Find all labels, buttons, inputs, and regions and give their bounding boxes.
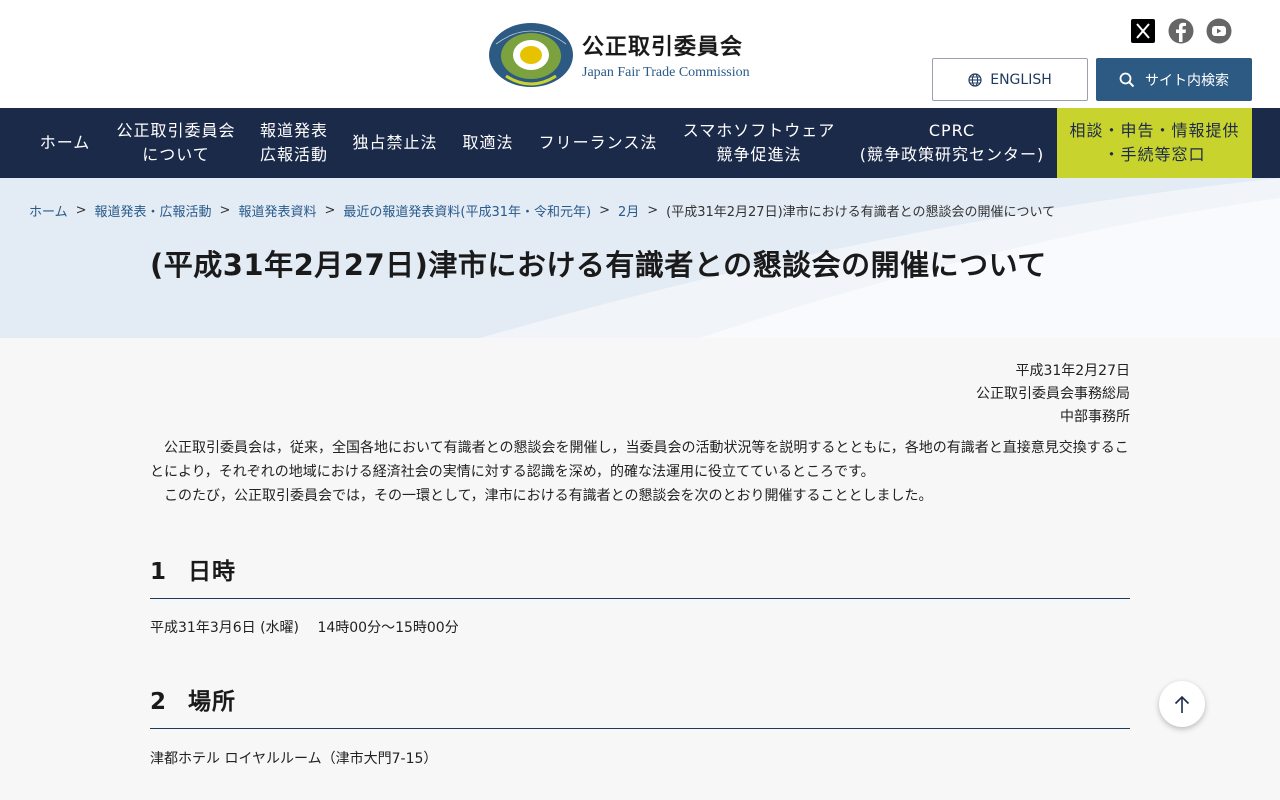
site-search-button[interactable]: サイト内検索 [1096, 58, 1252, 101]
nav-label: ・手続等窓口 [1103, 145, 1206, 164]
nav-item-home[interactable]: ホーム [28, 108, 102, 178]
x-icon [1131, 19, 1155, 43]
nav-item-torihiki[interactable]: 取適法 [454, 108, 522, 178]
english-button[interactable]: ENGLISH [932, 58, 1088, 101]
breadcrumb-current: (平成31年2月27日)津市における有識者との懇談会の開催について [666, 205, 1056, 220]
logo-english: Japan Fair Trade Commission [582, 65, 750, 80]
nav-label: 相談・申告・情報提供 [1069, 121, 1240, 140]
intro-text: 公正取引委員会は，従来，全国各地において有識者との懇談会を開催し，当委員会の活動… [150, 436, 1130, 508]
nav-label: CPRC [928, 121, 976, 140]
arrow-up-icon [1174, 695, 1190, 713]
section-body-venue: 津都ホテル ロイヤルルーム（津市大門7-15） [150, 751, 438, 767]
nav-item-press[interactable]: 報道発表 広報活動 [250, 108, 338, 178]
section-number: 2 [150, 689, 168, 715]
breadcrumb: ホーム > 報道発表・広報活動 > 報道発表資料 > 最近の報道発表資料(平成3… [29, 201, 1055, 220]
section-title: 場所 [188, 689, 236, 715]
english-label: ENGLISH [990, 71, 1052, 88]
nav-label: 競争促進法 [716, 145, 802, 164]
nav-label: スマホソフトウェア [682, 121, 836, 140]
section-heading-venue: 2 場所 [150, 682, 1130, 729]
facebook-icon [1168, 18, 1194, 44]
nav-label: 広報活動 [259, 145, 328, 164]
site-header: 公正取引委員会 Japan Fair Trade Commission ENGL… [0, 0, 1280, 108]
issue-date: 平成31年2月27日 [1015, 363, 1130, 379]
global-nav: ホーム 公正取引委員会 について 報道発表広報活動 独占禁止法 取適法 フリーラン… [0, 108, 1280, 178]
nav-label: フリーランス法 [538, 133, 658, 152]
site-logo[interactable]: 公正取引委員会 Japan Fair Trade Commission [488, 22, 758, 88]
breadcrumb-recent[interactable]: 最近の報道発表資料(平成31年・令和元年) [343, 201, 591, 220]
back-to-top-button[interactable] [1159, 681, 1205, 727]
breadcrumb-separator: > [599, 203, 610, 218]
nav-label: ホーム [39, 133, 91, 152]
nav-label: 公正取引委員会 [116, 121, 236, 140]
breadcrumb-separator: > [324, 203, 336, 218]
page-title: (平成31年2月27日)津市における有識者との懇談会の開催について [150, 248, 1047, 282]
nav-item-about[interactable]: 公正取引委員会 について [108, 108, 244, 178]
nav-item-consultation[interactable]: 相談・申告・情報提供 ・手続等窓口 [1057, 108, 1252, 178]
nav-label: 取適法 [462, 133, 514, 152]
breadcrumb-home[interactable]: ホーム [29, 201, 68, 220]
nav-item-freelance[interactable]: フリーランス法 [530, 108, 666, 178]
nav-label: 独占禁止法 [352, 133, 438, 152]
nav-item-smartphone[interactable]: スマホソフトウェア 競争促進法 [674, 108, 844, 178]
youtube-icon [1206, 18, 1232, 44]
x-link[interactable] [1130, 18, 1156, 44]
section-title: 日時 [188, 559, 236, 585]
issuer-org: 公正取引委員会事務総局 [976, 386, 1130, 402]
intro-paragraph: このたび，公正取引委員会では，その一環として，津市における有識者との懇談会を次の… [150, 488, 933, 504]
breadcrumb-press-materials[interactable]: 報道発表資料 [238, 201, 316, 220]
youtube-link[interactable] [1206, 18, 1232, 44]
globe-icon [968, 72, 982, 87]
section-number: 1 [150, 559, 168, 585]
section-body-datetime: 平成31年3月6日 (水曜) 14時00分～15時00分 [150, 620, 459, 636]
logo-japanese: 公正取引委員会 [582, 35, 744, 60]
page-header: ホーム > 報道発表・広報活動 > 報道発表資料 > 最近の報道発表資料(平成3… [0, 178, 1280, 338]
nav-label: (競争政策研究センター) [859, 145, 1045, 164]
breadcrumb-press[interactable]: 報道発表・広報活動 [95, 201, 212, 220]
facebook-link[interactable] [1168, 18, 1194, 44]
nav-item-antimonopoly[interactable]: 独占禁止法 [344, 108, 446, 178]
search-label: サイト内検索 [1145, 72, 1229, 89]
nav-label: について [142, 145, 210, 164]
breadcrumb-separator: > [647, 203, 659, 218]
nav-label: 報道発表 [259, 121, 328, 140]
search-icon [1119, 72, 1135, 87]
breadcrumb-separator: > [219, 203, 231, 218]
issuer-office: 中部事務所 [1060, 409, 1130, 425]
issuer-block: 平成31年2月27日 公正取引委員会事務総局 中部事務所 [976, 360, 1130, 429]
section-heading-datetime: 1 日時 [150, 552, 1130, 599]
nav-item-cprc[interactable]: CPRC (競争政策研究センター) [852, 108, 1052, 178]
jftc-emblem-icon [489, 23, 573, 87]
breadcrumb-month[interactable]: 2月 [618, 201, 639, 220]
breadcrumb-separator: > [75, 203, 87, 218]
intro-paragraph: 公正取引委員会は，従来，全国各地において有識者との懇談会を開催し，当委員会の活動… [150, 440, 1129, 480]
